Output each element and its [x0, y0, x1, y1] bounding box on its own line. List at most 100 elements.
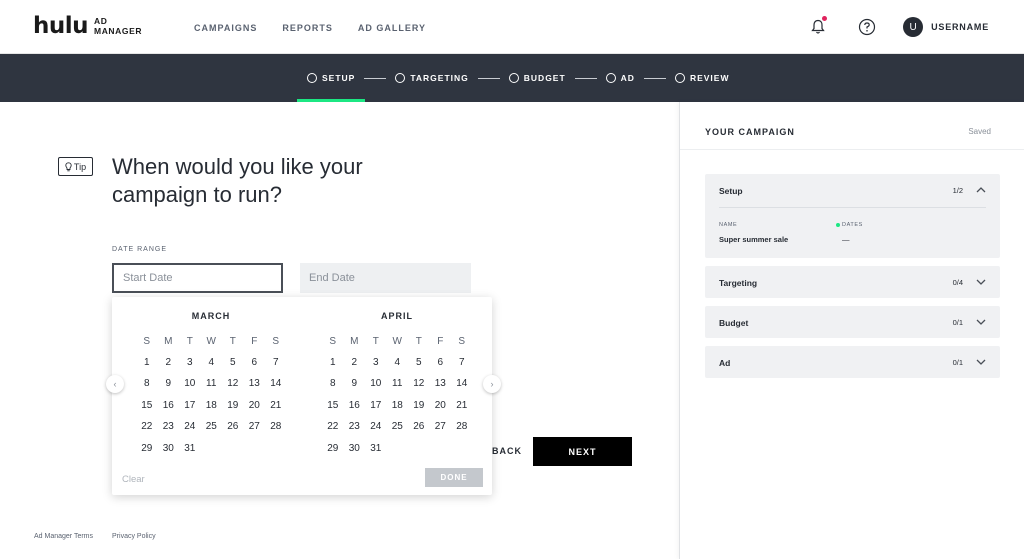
- calendar-day[interactable]: 29: [322, 438, 344, 459]
- tip-button[interactable]: Tip: [58, 157, 93, 176]
- nav-link-reports[interactable]: REPORTS: [282, 23, 333, 33]
- calendar-day[interactable]: 4: [201, 352, 223, 373]
- step-budget[interactable]: BUDGET: [508, 54, 566, 102]
- calendar-day[interactable]: 9: [158, 373, 180, 394]
- done-button[interactable]: DONE: [425, 468, 483, 487]
- calendar-day[interactable]: 11: [201, 373, 223, 394]
- calendar-day[interactable]: 11: [387, 373, 409, 394]
- top-nav: hulu AD MANAGER CAMPAIGNS REPORTS AD GAL…: [0, 0, 1024, 54]
- tip-label: Tip: [73, 161, 87, 172]
- section-header-setup[interactable]: Setup 1/2: [705, 174, 1000, 206]
- calendar-day[interactable]: 23: [344, 416, 366, 437]
- calendar-day[interactable]: 5: [222, 352, 244, 373]
- calendar-day[interactable]: 7: [451, 352, 473, 373]
- avatar[interactable]: U: [903, 17, 924, 37]
- calendar-day[interactable]: 28: [451, 416, 473, 437]
- calendar-day[interactable]: 15: [136, 395, 158, 416]
- calendar-day[interactable]: 28: [265, 416, 287, 437]
- calendar-day[interactable]: 12: [222, 373, 244, 394]
- calendar-day[interactable]: 24: [365, 416, 387, 437]
- calendar-day[interactable]: 16: [158, 395, 180, 416]
- calendar-day[interactable]: 30: [158, 438, 180, 459]
- clear-dates-button[interactable]: Clear: [122, 474, 145, 485]
- calendar-day[interactable]: 13: [244, 373, 266, 394]
- calendar-day[interactable]: 8: [322, 373, 344, 394]
- nav-link-ad-gallery[interactable]: AD GALLERY: [358, 23, 426, 33]
- prev-month-button[interactable]: ‹: [106, 375, 124, 393]
- start-date-input[interactable]: Start Date: [112, 263, 283, 293]
- hulu-ad-manager-logo[interactable]: hulu AD MANAGER: [33, 14, 142, 38]
- calendar-day[interactable]: 25: [387, 416, 409, 437]
- section-count: 0/1: [952, 318, 963, 327]
- help-button[interactable]: [856, 16, 878, 38]
- calendar-day[interactable]: 26: [408, 416, 430, 437]
- calendar-day[interactable]: 29: [136, 438, 158, 459]
- calendar-day[interactable]: 15: [322, 395, 344, 416]
- calendar-day[interactable]: 12: [408, 373, 430, 394]
- calendar-day[interactable]: 7: [265, 352, 287, 373]
- next-button[interactable]: NEXT: [533, 437, 632, 466]
- notifications-button[interactable]: [807, 16, 829, 38]
- calendar-day[interactable]: 9: [344, 373, 366, 394]
- section-header-ad[interactable]: Ad 0/1: [705, 346, 1000, 378]
- username-label[interactable]: USERNAME: [931, 22, 989, 32]
- calendar-day[interactable]: 14: [265, 373, 287, 394]
- section-header-targeting[interactable]: Targeting 0/4: [705, 266, 1000, 298]
- calendar-day[interactable]: 22: [136, 416, 158, 437]
- section-header-budget[interactable]: Budget 0/1: [705, 306, 1000, 338]
- calendar-day[interactable]: 21: [265, 395, 287, 416]
- calendar-day[interactable]: 6: [244, 352, 266, 373]
- footer-link-terms[interactable]: Ad Manager Terms: [34, 533, 93, 540]
- calendar-day[interactable]: 27: [244, 416, 266, 437]
- calendar-day[interactable]: 10: [365, 373, 387, 394]
- calendar-day[interactable]: 1: [136, 352, 158, 373]
- calendar-day[interactable]: 17: [365, 395, 387, 416]
- calendar-day[interactable]: 19: [222, 395, 244, 416]
- step-setup[interactable]: SETUP: [296, 54, 366, 102]
- calendar-day[interactable]: 6: [430, 352, 452, 373]
- section-name: Budget: [719, 318, 749, 328]
- calendar-day[interactable]: 23: [158, 416, 180, 437]
- calendar-day[interactable]: 27: [430, 416, 452, 437]
- calendar-day[interactable]: 21: [451, 395, 473, 416]
- calendar-day[interactable]: 20: [244, 395, 266, 416]
- calendar-day[interactable]: 30: [344, 438, 366, 459]
- calendar-day[interactable]: 26: [222, 416, 244, 437]
- calendar-day[interactable]: 17: [179, 395, 201, 416]
- step-ad[interactable]: AD: [605, 54, 635, 102]
- step-circle-icon: [674, 73, 685, 83]
- calendar-day[interactable]: 3: [179, 352, 201, 373]
- calendar-day[interactable]: 16: [344, 395, 366, 416]
- calendar-day[interactable]: 19: [408, 395, 430, 416]
- calendar-day[interactable]: 10: [179, 373, 201, 394]
- calendar-day[interactable]: 25: [201, 416, 223, 437]
- end-date-input[interactable]: End Date: [300, 263, 471, 293]
- footer-link-privacy[interactable]: Privacy Policy: [112, 533, 156, 540]
- weekday-header: T: [372, 336, 379, 347]
- calendar-day[interactable]: 20: [430, 395, 452, 416]
- calendar-day[interactable]: 2: [344, 352, 366, 373]
- calendar-day[interactable]: 31: [365, 438, 387, 459]
- step-label: AD: [620, 73, 635, 83]
- step-review[interactable]: REVIEW: [674, 54, 730, 102]
- calendar-day[interactable]: 13: [430, 373, 452, 394]
- calendar-day[interactable]: 3: [365, 352, 387, 373]
- calendar-day[interactable]: 4: [387, 352, 409, 373]
- calendar-day[interactable]: 2: [158, 352, 180, 373]
- calendar-day[interactable]: 24: [179, 416, 201, 437]
- calendar-day[interactable]: 1: [322, 352, 344, 373]
- calendar-day[interactable]: 18: [387, 395, 409, 416]
- back-button[interactable]: BACK: [492, 446, 522, 456]
- calendar-day[interactable]: 5: [408, 352, 430, 373]
- section-count: 0/1: [952, 358, 963, 367]
- calendar-day[interactable]: 22: [322, 416, 344, 437]
- step-targeting[interactable]: TARGETING: [395, 54, 468, 102]
- calendar-day[interactable]: 14: [451, 373, 473, 394]
- next-month-button[interactable]: ›: [483, 375, 501, 393]
- calendar-day[interactable]: 31: [179, 438, 201, 459]
- nav-link-campaigns[interactable]: CAMPAIGNS: [194, 23, 257, 33]
- calendar-day[interactable]: 8: [136, 373, 158, 394]
- weekday-header: S: [458, 336, 466, 347]
- calendar-day[interactable]: 18: [201, 395, 223, 416]
- month-grid: S M T W T F S 1 2 3 4 5 6 7 8 9 10 11 12 13 14 15 16 17 18 19 20 21…: [322, 331, 472, 459]
